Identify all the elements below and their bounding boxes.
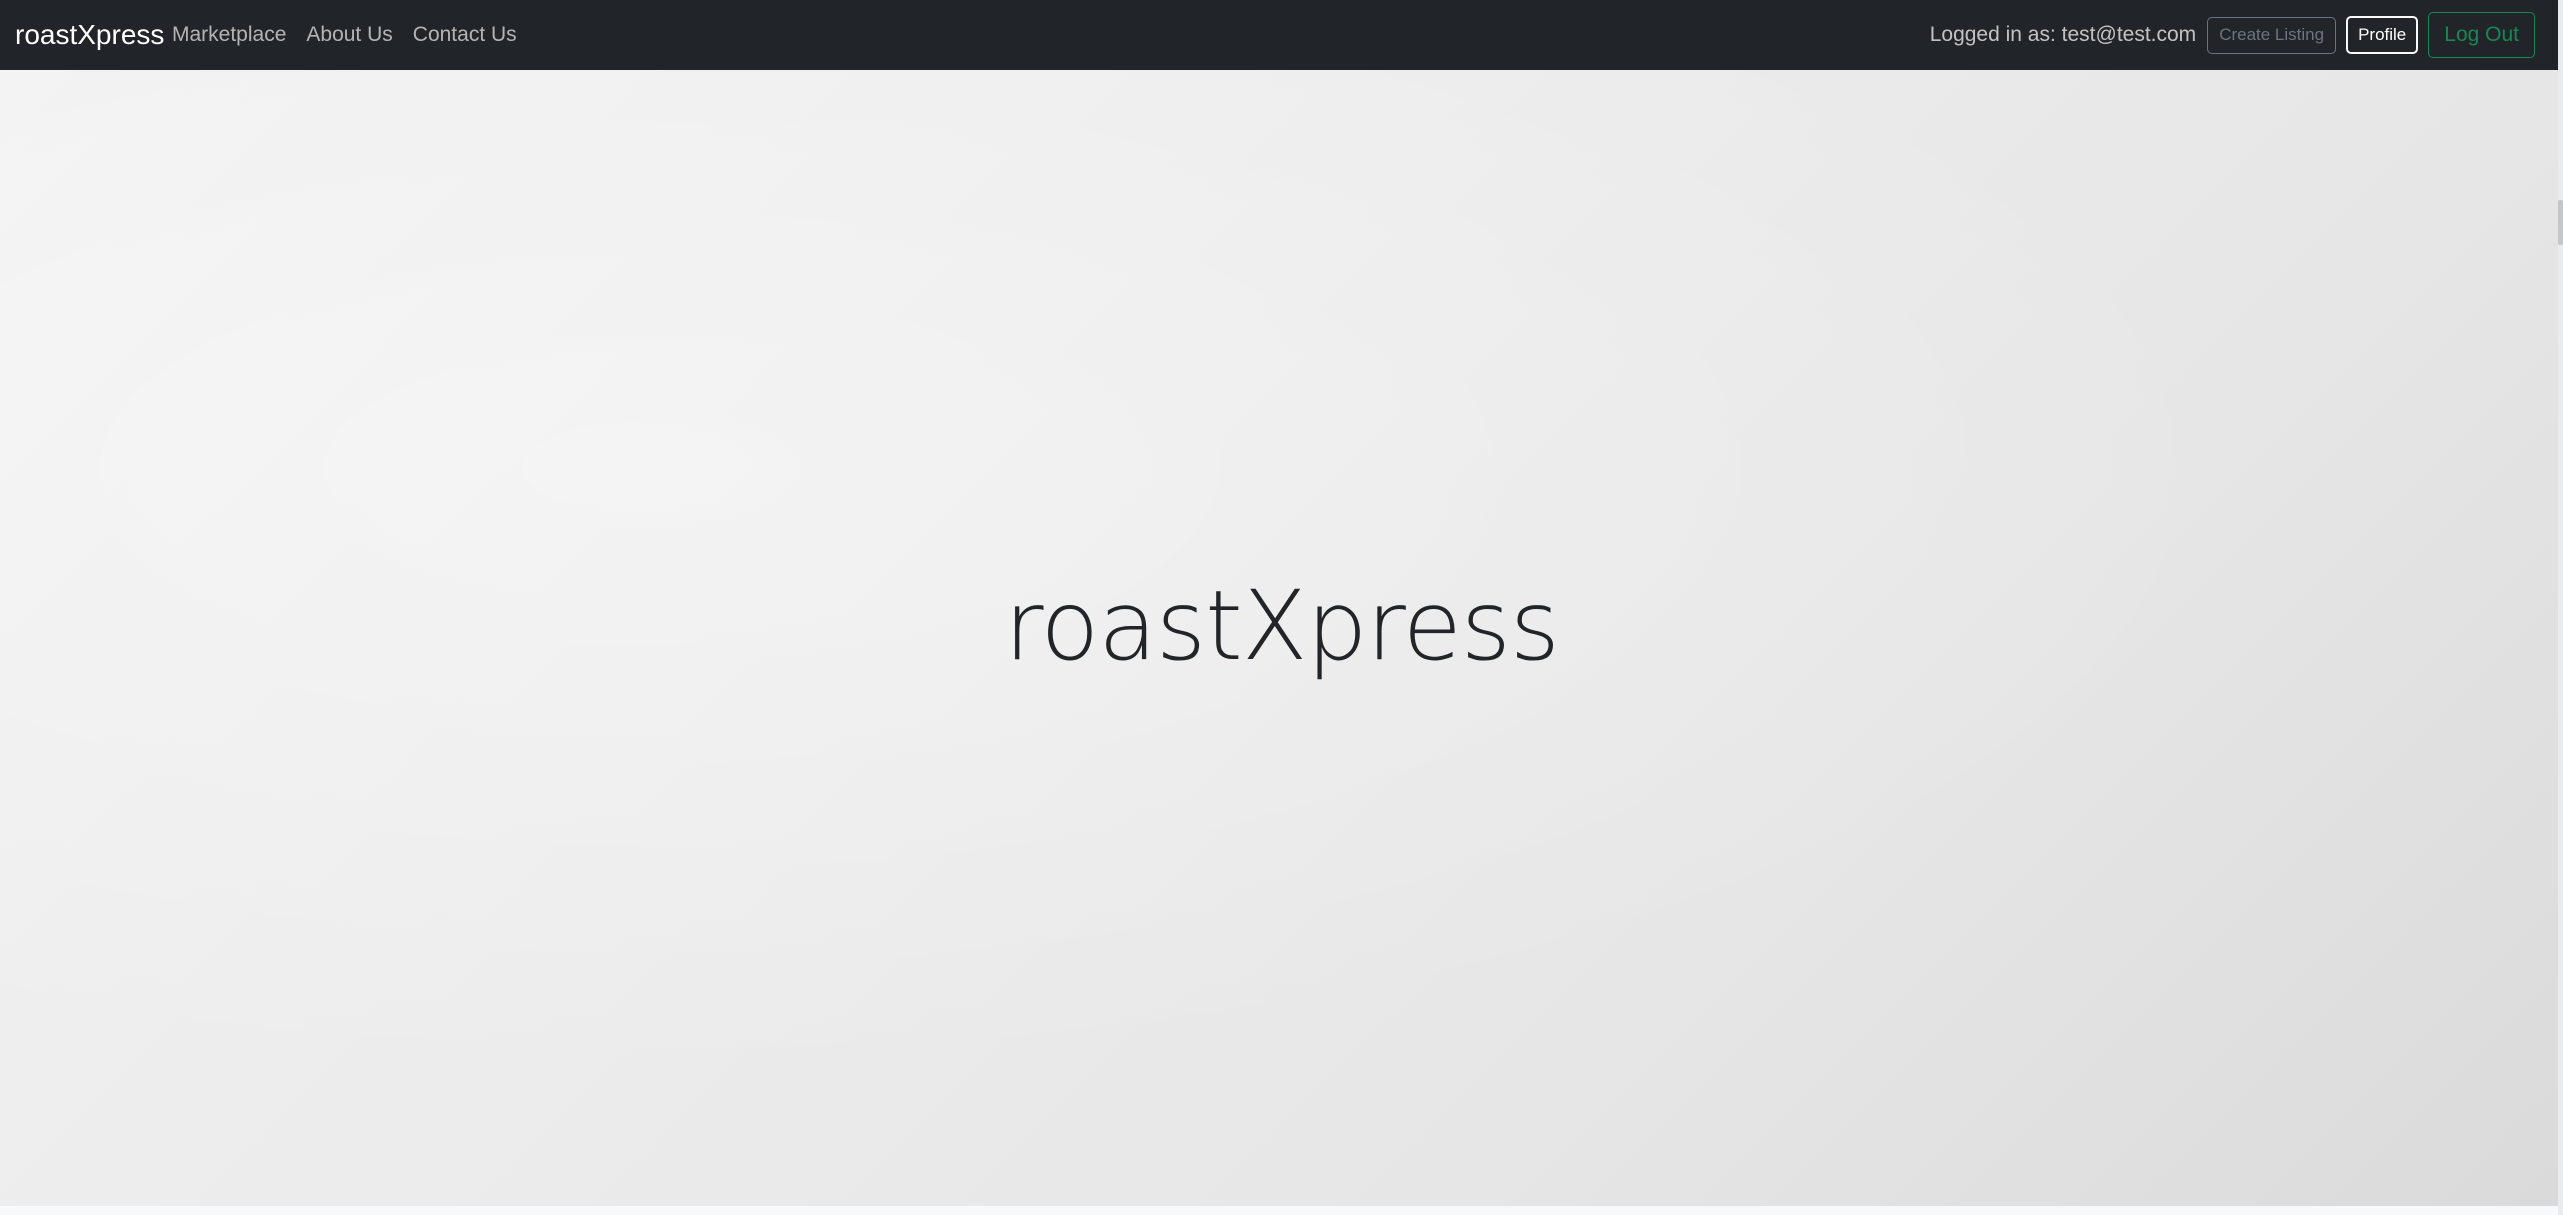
- nav-link-contact-us[interactable]: Contact Us: [413, 23, 517, 47]
- logged-in-status: Logged in as: test@test.com: [1929, 23, 2197, 46]
- bottom-strip: [0, 1206, 2563, 1215]
- logout-button[interactable]: Log Out: [2428, 12, 2535, 58]
- hero-section: roastXpress: [0, 70, 2563, 1206]
- profile-button[interactable]: Profile: [2346, 16, 2419, 54]
- create-listing-button[interactable]: Create Listing: [2207, 16, 2337, 54]
- scrollbar[interactable]: [2558, 0, 2563, 1215]
- page: roastXpress Marketplace About Us Contact…: [0, 0, 2563, 1215]
- nav-right: Logged in as: test@test.com Create Listi…: [1930, 0, 2535, 70]
- nav-link-about-us[interactable]: About Us: [306, 23, 392, 47]
- brand-link[interactable]: roastXpress: [15, 0, 164, 70]
- navbar: roastXpress Marketplace About Us Contact…: [0, 0, 2563, 70]
- nav-link-marketplace[interactable]: Marketplace: [172, 23, 286, 47]
- hero-title: roastXpress: [1004, 570, 1560, 682]
- nav-links: Marketplace About Us Contact Us: [172, 0, 517, 70]
- scrollbar-thumb[interactable]: [2558, 200, 2563, 245]
